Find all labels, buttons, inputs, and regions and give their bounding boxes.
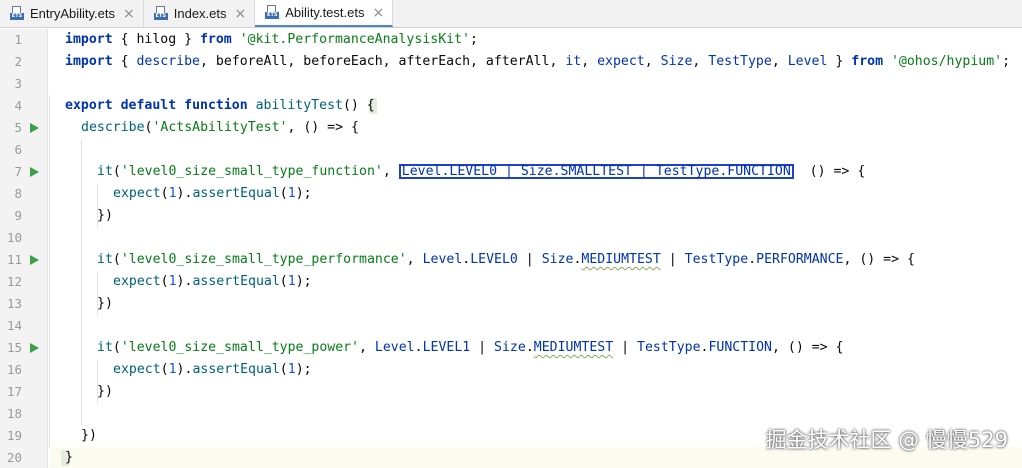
line-number: 6: [14, 142, 22, 157]
code-line-7: it('level0_size_small_type_function', Le…: [97, 164, 866, 179]
tab-entryability[interactable]: ETS EntryAbility.ets ×: [0, 0, 144, 27]
indent-guide: [49, 95, 50, 447]
line-number: 8: [14, 186, 22, 201]
code-line-12: expect(1).assertEqual(1);: [113, 274, 312, 289]
line-number: 5: [14, 120, 22, 135]
tab-label: Index.ets: [173, 6, 227, 21]
tab-index[interactable]: ETS Index.ets ×: [144, 0, 256, 27]
line-number: 18: [6, 406, 22, 421]
line-number: 14: [6, 318, 22, 333]
code-line-4: export default function abilityTest() {: [65, 98, 375, 113]
tab-label: Ability.test.ets: [285, 5, 365, 20]
code-line-9: }): [97, 208, 113, 223]
code-line-20: }: [65, 450, 73, 465]
line-number: 16: [6, 362, 22, 377]
line-number: 9: [14, 208, 22, 223]
editor-tab-bar: ETS EntryAbility.ets × ETS Index.ets × E…: [0, 0, 1022, 28]
run-test-icon[interactable]: [30, 343, 39, 353]
watermark: 掘金技术社区 @ 慢慢529: [765, 428, 1008, 452]
run-test-icon[interactable]: [30, 167, 39, 177]
code-line-8: expect(1).assertEqual(1);: [113, 186, 312, 201]
tab-ability-test[interactable]: ETS Ability.test.ets ×: [255, 0, 394, 27]
line-number: 11: [6, 252, 22, 267]
line-number: 20: [6, 450, 22, 465]
close-icon[interactable]: ×: [123, 6, 135, 22]
line-number: 19: [6, 428, 22, 443]
line-number: 3: [14, 76, 22, 91]
line-number: 17: [6, 384, 22, 399]
line-number: 2: [14, 54, 22, 69]
run-test-icon[interactable]: [30, 255, 39, 265]
line-number: 12: [6, 274, 22, 289]
line-number: 13: [6, 296, 22, 311]
code-line-15: it('level0_size_small_type_power', Level…: [97, 340, 844, 355]
code-line-2: import { describe, beforeAll, beforeEach…: [65, 54, 1011, 69]
ets-file-icon: ETS: [153, 6, 168, 21]
close-icon[interactable]: ×: [235, 6, 247, 22]
code-line-17: }): [97, 384, 113, 399]
code-line-16: expect(1).assertEqual(1);: [113, 362, 312, 377]
line-number: 4: [14, 98, 22, 113]
line-number: 15: [6, 340, 22, 355]
line-number-gutter: 1 2 3 4 5 6 7 8 9 10 11 12 13 14 15 16 1…: [0, 29, 48, 468]
indent-guide: [81, 139, 82, 425]
highlighted-test-params: Level.LEVEL0 | Size.SMALLTEST | TestType…: [399, 164, 794, 179]
code-line-1: import { hilog } from '@kit.PerformanceA…: [65, 32, 478, 47]
code-line-5: describe('ActsAbilityTest', () => {: [81, 120, 359, 135]
tab-label: EntryAbility.ets: [30, 6, 116, 21]
ets-file-icon: ETS: [265, 5, 280, 20]
line-number: 1: [14, 32, 22, 47]
code-line-19: }): [81, 428, 97, 443]
code-line-13: }): [97, 296, 113, 311]
code-editor[interactable]: import { hilog } from '@kit.PerformanceA…: [49, 29, 1022, 468]
ets-file-icon: ETS: [10, 6, 24, 21]
close-icon[interactable]: ×: [372, 5, 384, 21]
line-number: 10: [6, 230, 22, 245]
run-test-icon[interactable]: [30, 123, 39, 133]
code-line-11: it('level0_size_small_type_performance',…: [97, 252, 915, 267]
line-number: 7: [14, 164, 22, 179]
